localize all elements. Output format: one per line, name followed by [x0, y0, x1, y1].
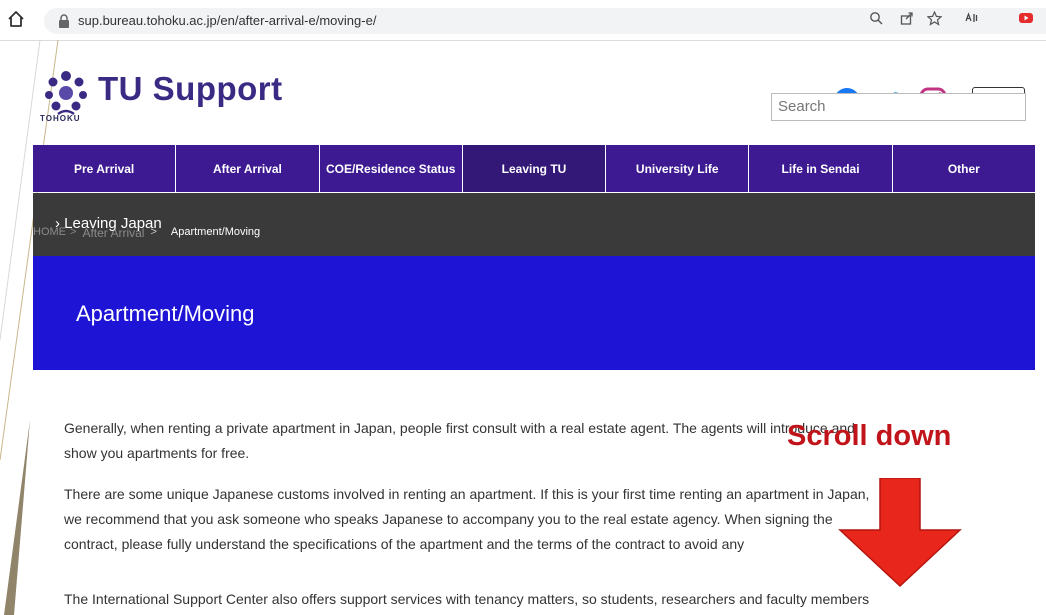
breadcrumb: HOME > After Arrival > Apartment/Moving: [33, 226, 260, 240]
breadcrumb-separator: >: [70, 226, 77, 238]
zoom-icon[interactable]: [866, 7, 886, 29]
lock-icon[interactable]: [58, 14, 70, 28]
breadcrumb-parent[interactable]: After Arrival: [82, 226, 144, 240]
breadcrumb-current: Apartment/Moving: [170, 226, 261, 238]
paragraph-line: The International Support Center also of…: [64, 591, 870, 607]
nav-leaving-tu[interactable]: Leaving TU: [462, 145, 607, 192]
breadcrumb-home[interactable]: HOME: [33, 226, 66, 240]
search-input[interactable]: Search: [771, 93, 1026, 121]
page-banner: Apartment/Moving: [33, 256, 1035, 370]
home-icon[interactable]: [6, 9, 26, 29]
bookmark-star-icon[interactable]: [924, 7, 944, 29]
extension-icon[interactable]: [1016, 7, 1036, 29]
nav-after-arrival[interactable]: After Arrival: [176, 145, 320, 192]
nav-coe-residence-status[interactable]: COE/Residence Status: [320, 145, 463, 192]
nav-university-life[interactable]: University Life: [606, 145, 750, 192]
paragraph-3: The International Support Center also of…: [64, 587, 1014, 612]
breadcrumb-separator: >: [150, 226, 157, 238]
nav-pre-arrival[interactable]: Pre Arrival: [33, 145, 177, 192]
main-nav: Pre Arrival After Arrival COE/Residence …: [33, 145, 1035, 192]
browser-toolbar: sup.bureau.tohoku.ac.jp/en/after-arrival…: [0, 0, 1046, 41]
share-icon[interactable]: [897, 7, 917, 29]
down-arrow-icon: [838, 478, 962, 588]
scroll-down-annotation: Scroll down: [787, 420, 952, 452]
logo-text: TOHOKU: [40, 114, 81, 123]
site-title[interactable]: TU Support: [98, 70, 283, 108]
nav-life-in-sendai[interactable]: Life in Sendai: [749, 145, 893, 192]
nav-other[interactable]: Other: [893, 145, 1035, 192]
url-text: sup.bureau.tohoku.ac.jp/en/after-arrival…: [78, 13, 377, 28]
nav-dropdown: › Leaving Japan: [33, 193, 1035, 256]
address-bar[interactable]: sup.bureau.tohoku.ac.jp/en/after-arrival…: [44, 8, 1046, 34]
translate-icon[interactable]: [962, 7, 982, 29]
page-title: Apartment/Moving: [76, 301, 255, 326]
